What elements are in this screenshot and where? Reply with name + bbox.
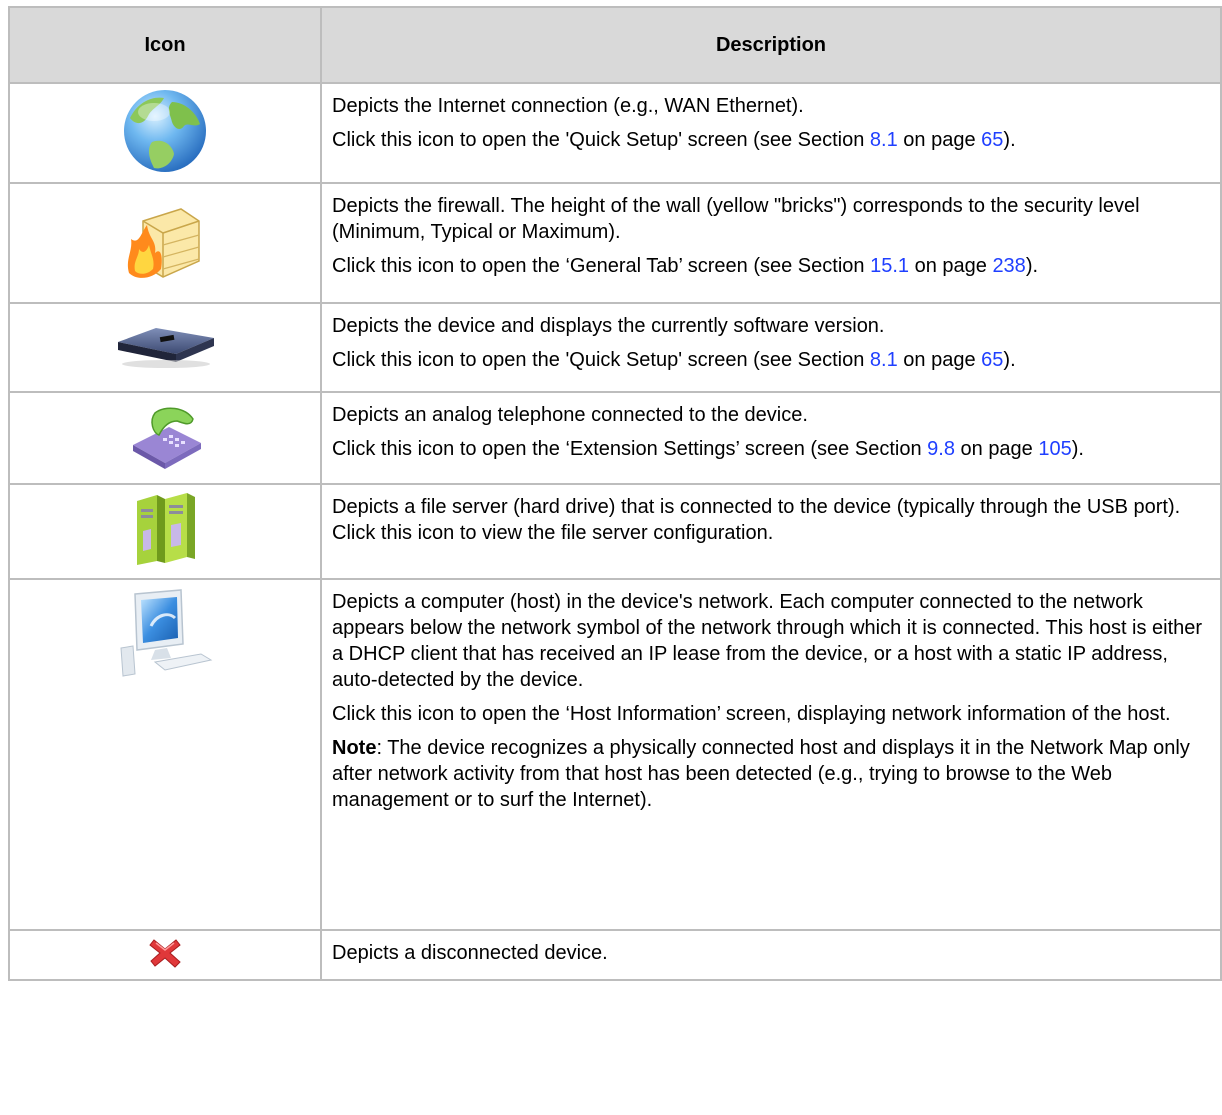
description-cell: Depicts the Internet connection (e.g., W…: [320, 82, 1222, 184]
note-text: Note: The device recognizes a physically…: [332, 737, 1190, 811]
description-text: Depicts an analog telephone connected to…: [332, 404, 808, 426]
description-link-text: Click this icon to open the ‘Extension S…: [332, 438, 1084, 460]
section-link[interactable]: 9.8: [927, 438, 955, 460]
table-row: Depicts a disconnected device.: [8, 929, 1222, 981]
table-row: Depicts an analog telephone connected to…: [8, 391, 1222, 485]
description-text: Depicts a computer (host) in the device'…: [332, 591, 1203, 691]
table-row: Depicts the firewall. The height of the …: [8, 182, 1222, 304]
description-text: Depicts the firewall. The height of the …: [332, 195, 1140, 243]
page-link[interactable]: 65: [981, 349, 1003, 371]
description-text: Depicts the device and displays the curr…: [332, 315, 885, 337]
analog-telephone-icon: [125, 401, 205, 476]
device-router-icon: [110, 320, 220, 375]
page-link[interactable]: 65: [981, 129, 1003, 151]
page: Icon Description Depicts the Internet co…: [0, 0, 1222, 1115]
icon-cell: [8, 182, 322, 304]
description-cell: Depicts a disconnected device.: [320, 929, 1222, 981]
description-cell: Depicts the firewall. The height of the …: [320, 182, 1222, 304]
page-link[interactable]: 105: [1038, 438, 1071, 460]
description-link-text: Click this icon to open the 'Quick Setup…: [332, 349, 1016, 371]
icon-cell: [8, 578, 322, 931]
table-row: Depicts a file server (hard drive) that …: [8, 483, 1222, 580]
section-link[interactable]: 15.1: [870, 255, 909, 277]
table-header-row: Icon Description: [8, 6, 1222, 84]
description-link-text: Click this icon to open the ‘General Tab…: [332, 255, 1039, 277]
description-link-text: Click this icon to open the 'Quick Setup…: [332, 129, 1016, 151]
icon-column-header: Icon: [8, 6, 322, 84]
file-server-icon: [133, 491, 197, 572]
icon-cell: [8, 82, 322, 184]
table-row: Depicts the Internet connection (e.g., W…: [8, 82, 1222, 184]
description-text: Click this icon to open the ‘Host Inform…: [332, 703, 1171, 725]
table-row: Depicts a computer (host) in the device'…: [8, 578, 1222, 931]
firewall-icon: [123, 199, 207, 288]
section-link[interactable]: 8.1: [870, 349, 898, 371]
description-cell: Depicts the device and displays the curr…: [320, 302, 1222, 393]
note-label: Note: [332, 737, 377, 759]
description-text: Depicts the Internet connection (e.g., W…: [332, 95, 804, 117]
table-row: Depicts the device and displays the curr…: [8, 302, 1222, 393]
icon-cell: [8, 391, 322, 485]
description-cell: Depicts an analog telephone connected to…: [320, 391, 1222, 485]
disconnected-x-icon: [148, 936, 182, 975]
description-column-header: Description: [320, 6, 1222, 84]
icon-description-table: Icon Description Depicts the Internet co…: [8, 6, 1222, 981]
icon-cell: [8, 302, 322, 393]
description-cell: Depicts a file server (hard drive) that …: [320, 483, 1222, 580]
computer-host-icon: [115, 588, 215, 683]
description-text: Depicts a disconnected device.: [332, 942, 608, 964]
description-text: Depicts a file server (hard drive) that …: [332, 496, 1181, 544]
icon-cell: [8, 929, 322, 981]
icon-cell: [8, 483, 322, 580]
section-link[interactable]: 8.1: [870, 129, 898, 151]
page-link[interactable]: 238: [992, 255, 1025, 277]
internet-globe-icon: [122, 88, 208, 179]
description-cell: Depicts a computer (host) in the device'…: [320, 578, 1222, 931]
